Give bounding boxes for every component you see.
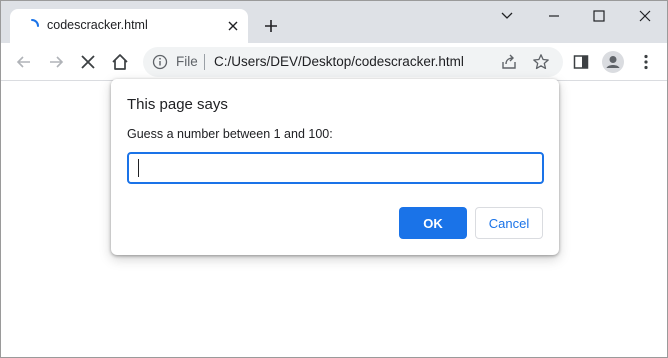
url-text[interactable]: C:/Users/DEV/Desktop/codescracker.html bbox=[214, 54, 464, 69]
close-icon[interactable] bbox=[224, 17, 242, 35]
ok-button[interactable]: OK bbox=[399, 207, 467, 239]
address-bar[interactable]: File C:/Users/DEV/Desktop/codescracker.h… bbox=[143, 47, 563, 77]
minimize-icon[interactable] bbox=[539, 5, 569, 27]
omnibox-divider bbox=[204, 54, 205, 70]
info-icon[interactable] bbox=[152, 54, 168, 70]
scheme-label: File bbox=[176, 54, 198, 69]
home-icon[interactable] bbox=[108, 50, 132, 74]
star-icon[interactable] bbox=[532, 53, 550, 71]
cancel-button[interactable]: Cancel bbox=[475, 207, 543, 239]
profile-avatar-icon[interactable] bbox=[601, 50, 625, 74]
side-panel-icon[interactable] bbox=[569, 50, 593, 74]
text-caret bbox=[138, 159, 139, 177]
loading-spinner-icon bbox=[31, 19, 39, 27]
dialog-title: This page says bbox=[127, 96, 228, 113]
browser-toolbar: File C:/Users/DEV/Desktop/codescracker.h… bbox=[1, 43, 667, 81]
prompt-dialog: This page says Guess a number between 1 … bbox=[111, 79, 559, 255]
active-tab[interactable]: codescracker.html bbox=[10, 9, 248, 43]
arrow-left-icon[interactable] bbox=[12, 50, 36, 74]
maximize-icon[interactable] bbox=[584, 5, 614, 27]
chevron-down-icon[interactable] bbox=[492, 5, 522, 27]
tab-strip: codescracker.html bbox=[1, 1, 667, 43]
dialog-message: Guess a number between 1 and 100: bbox=[127, 127, 333, 141]
browser-window: codescracker.html File C:/Users/DEV/Desk… bbox=[0, 0, 668, 358]
guess-input[interactable] bbox=[127, 152, 544, 184]
window-close-icon[interactable] bbox=[630, 5, 660, 27]
share-icon[interactable] bbox=[500, 53, 518, 71]
arrow-right-icon[interactable] bbox=[44, 50, 68, 74]
stop-x-icon[interactable] bbox=[76, 50, 100, 74]
tab-title: codescracker.html bbox=[47, 18, 148, 32]
plus-icon[interactable] bbox=[260, 15, 282, 37]
kebab-menu-icon[interactable] bbox=[634, 50, 658, 74]
